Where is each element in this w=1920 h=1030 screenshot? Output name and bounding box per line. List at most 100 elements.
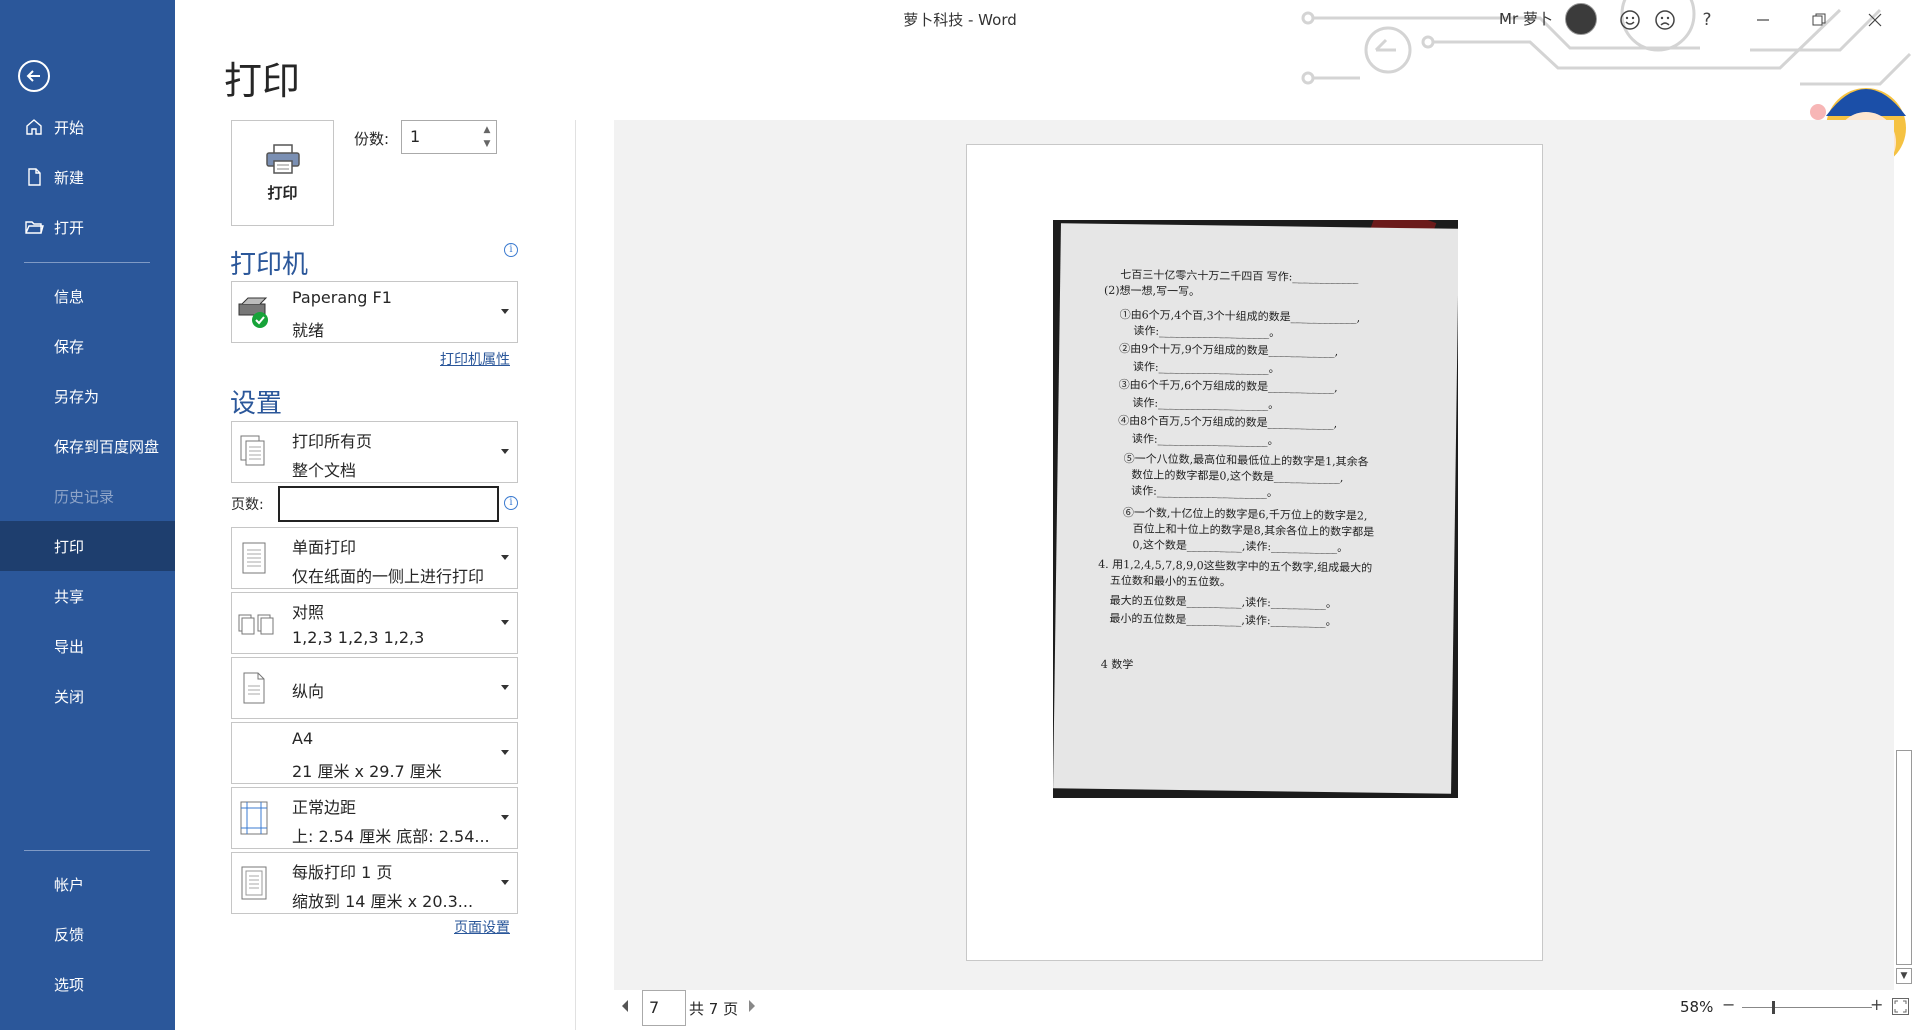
worksheet-text-line: 五位数和最小的五位数。 — [1109, 573, 1232, 589]
margins-dropdown[interactable]: 正常边距 上: 2.54 厘米 底部: 2.54... — [231, 787, 518, 849]
nav-item-export[interactable]: 导出 — [0, 621, 175, 671]
printer-dropdown[interactable]: Paperang F1 就绪 — [231, 281, 518, 343]
nav-item-label: 选项 — [54, 975, 85, 994]
nav-item-save-as[interactable]: 另存为 — [0, 371, 175, 421]
scroll-down-icon[interactable]: ▼ — [1896, 968, 1912, 984]
printer-properties-link[interactable]: 打印机属性 — [440, 349, 510, 369]
info-icon[interactable]: i — [504, 496, 518, 510]
dropdown-arrow-icon — [501, 309, 509, 314]
dropdown-arrow-icon — [501, 815, 509, 820]
print-button[interactable]: 打印 — [231, 120, 334, 226]
copies-input[interactable]: 1 ▲ ▼ — [401, 120, 497, 154]
nav-item-open[interactable]: 打开 — [0, 202, 175, 252]
nav-item-options[interactable]: 选项 — [0, 959, 175, 1009]
pages-per-sheet-detail: 缩放到 14 厘米 x 20.3... — [292, 892, 474, 911]
paper-size-detail: 21 厘米 x 29.7 厘米 — [292, 762, 442, 781]
zoom-slider-thumb[interactable] — [1772, 1001, 1775, 1014]
nav-item-close[interactable]: 关闭 — [0, 671, 175, 721]
nav-item-label: 保存 — [54, 337, 85, 356]
previous-page-icon[interactable] — [622, 1000, 628, 1012]
collate-dropdown[interactable]: 对照 1,2,3 1,2,3 1,2,3 — [231, 592, 518, 654]
zoom-in-button[interactable]: + — [1870, 995, 1883, 1014]
nav-item-new[interactable]: 新建 — [0, 152, 175, 202]
open-folder-icon — [25, 221, 44, 234]
worksheet-text-line: 最大的五位数是__________,读作:__________。 — [1109, 593, 1337, 611]
backstage-nav: 开始 新建 打开 信息 保存 另存为 保存到百度网盘 历史记录 打印 共享 导出… — [0, 0, 175, 1030]
chevron-down-icon[interactable]: ▼ — [481, 137, 493, 151]
chevron-up-icon[interactable]: ▲ — [481, 123, 493, 137]
worksheet-text-line: ②由9个十万,9个万组成的数是____________, — [1119, 342, 1339, 359]
collate-detail: 1,2,3 1,2,3 1,2,3 — [292, 628, 425, 647]
nav-divider — [24, 850, 150, 851]
zoom-out-button[interactable]: − — [1722, 995, 1735, 1014]
print-range-dropdown[interactable]: 打印所有页 整个文档 — [231, 421, 518, 483]
help-icon[interactable]: ? — [1695, 8, 1719, 32]
info-icon[interactable]: i — [504, 243, 518, 257]
nav-item-label: 反馈 — [54, 925, 85, 944]
zoom-to-page-icon[interactable] — [1892, 998, 1909, 1015]
worksheet-paper: 七百三十亿零六十万二千四百 写作:____________ (2)想一想,写一写。… — [1053, 223, 1458, 794]
zoom-slider[interactable] — [1742, 1007, 1872, 1008]
panel-divider — [575, 120, 576, 1030]
pages-per-sheet-title: 每版打印 1 页 — [292, 863, 393, 882]
pages-per-sheet-dropdown[interactable]: 每版打印 1 页 缩放到 14 厘米 x 20.3... — [231, 852, 518, 914]
nav-item-label: 打开 — [54, 218, 85, 237]
nav-item-label: 信息 — [54, 287, 85, 306]
worksheet-text-line: 读作:____________________。 — [1132, 396, 1280, 412]
new-document-icon — [28, 168, 41, 186]
nav-item-info[interactable]: 信息 — [0, 271, 175, 321]
nav-item-label: 新建 — [54, 168, 85, 187]
page-setup-link[interactable]: 页面设置 — [454, 917, 510, 937]
paper-size-dropdown[interactable]: A4 21 厘米 x 29.7 厘米 — [231, 722, 518, 784]
avatar[interactable] — [1565, 3, 1597, 35]
nav-item-save[interactable]: 保存 — [0, 321, 175, 371]
nav-item-account[interactable]: 帐户 — [0, 859, 175, 909]
user-name[interactable]: Mr 萝卜 — [1499, 8, 1553, 29]
worksheet-text-line: ④由8个百万,5个万组成的数是____________, — [1118, 414, 1338, 431]
worksheet-text-line: 读作:____________________。 — [1131, 432, 1279, 448]
dropdown-arrow-icon — [501, 555, 509, 560]
dropdown-arrow-icon — [501, 685, 509, 690]
pages-input[interactable] — [278, 486, 499, 522]
pages-label: 页数: — [231, 497, 264, 513]
dropdown-arrow-icon — [501, 449, 509, 454]
printer-icon — [265, 143, 300, 174]
minimize-icon[interactable] — [1751, 8, 1775, 32]
sides-dropdown[interactable]: 单面打印 仅在纸面的一侧上进行打印 — [231, 527, 518, 589]
page-number-input[interactable]: 7 — [642, 990, 686, 1026]
smile-feedback-icon[interactable] — [1618, 8, 1642, 32]
nav-item-feedback[interactable]: 反馈 — [0, 909, 175, 959]
portrait-icon — [243, 672, 265, 704]
nav-item-label: 保存到百度网盘 — [54, 437, 160, 456]
dropdown-arrow-icon — [501, 880, 509, 885]
copies-stepper[interactable]: ▲ ▼ — [481, 123, 493, 151]
nav-item-label: 打印 — [54, 537, 85, 556]
nav-item-label: 另存为 — [54, 387, 100, 406]
printer-ready-icon — [238, 297, 268, 328]
nav-item-home[interactable]: 开始 — [0, 102, 175, 152]
margins-detail: 上: 2.54 厘米 底部: 2.54... — [292, 827, 490, 846]
nav-item-share[interactable]: 共享 — [0, 571, 175, 621]
next-page-icon[interactable] — [749, 1000, 755, 1012]
worksheet-text-line: 4 数学 — [1100, 657, 1134, 672]
frown-feedback-icon[interactable] — [1653, 8, 1677, 32]
orientation-dropdown[interactable]: 纵向 — [231, 657, 518, 719]
worksheet-text-line: (2)想一想,写一写。 — [1103, 283, 1201, 299]
collate-icon — [238, 614, 274, 635]
print-button-label: 打印 — [267, 183, 298, 202]
nav-item-print[interactable]: 打印 — [0, 521, 175, 571]
orientation-title: 纵向 — [292, 682, 325, 701]
restore-icon[interactable] — [1807, 8, 1831, 32]
preview-scrollbar[interactable]: ▼ — [1894, 120, 1914, 985]
print-range-detail: 整个文档 — [292, 461, 357, 480]
nav-item-save-to-baidu[interactable]: 保存到百度网盘 — [0, 421, 175, 471]
zoom-percentage[interactable]: 58% — [1680, 998, 1713, 1016]
page-title: 打印 — [224, 59, 301, 103]
word-backstage-print: 开始 新建 打开 信息 保存 另存为 保存到百度网盘 历史记录 打印 共享 导出… — [0, 0, 1920, 1030]
close-icon[interactable] — [1863, 8, 1887, 32]
back-button[interactable] — [18, 60, 50, 92]
scrollbar-thumb[interactable] — [1896, 750, 1912, 965]
printer-name: Paperang F1 — [292, 288, 392, 307]
settings-heading: 设置 — [230, 389, 283, 419]
worksheet-text-line: 最小的五位数是__________,读作:__________。 — [1109, 611, 1337, 629]
